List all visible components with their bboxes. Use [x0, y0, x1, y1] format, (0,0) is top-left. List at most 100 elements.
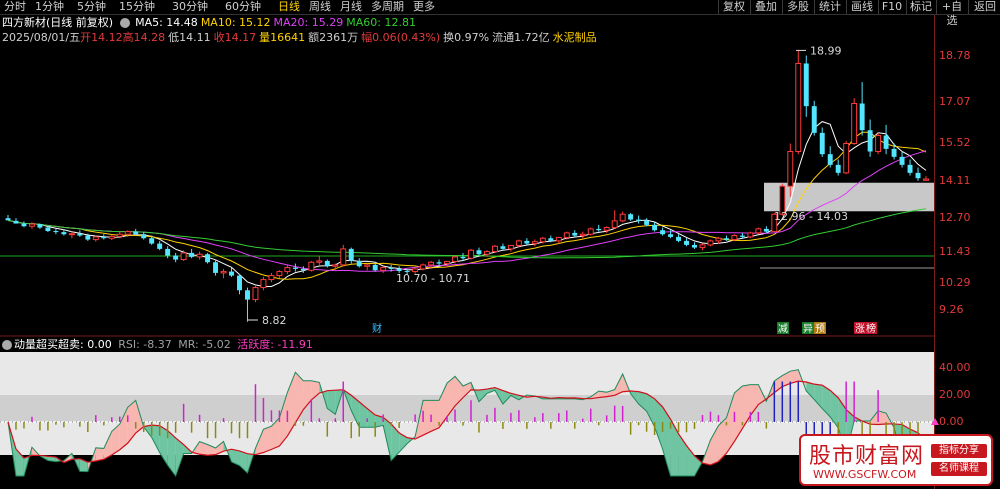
candle-body — [668, 234, 674, 237]
candle-body — [300, 268, 306, 271]
price-tick-4: 12.70 — [939, 211, 971, 225]
price-pane: 18.99 8.82 10.70 - 10.71 12.96 - 14.03 财 减 异预 涨… — [0, 44, 934, 335]
toolbar-button-8[interactable]: 返回 — [968, 0, 1000, 14]
candle-body — [787, 151, 794, 187]
price-tick-3: 14.11 — [939, 173, 971, 187]
price-tick-5: 11.43 — [939, 245, 971, 259]
candle-body — [579, 233, 586, 237]
kline-chart[interactable]: 18.99 8.82 10.70 - 10.71 12.96 - 14.03 财 减 异预 涨… — [0, 0, 934, 489]
price-axis: 18.78 17.07 15.52 14.11 12.70 11.43 10.29 9.26 … — [931, 15, 1000, 489]
candle-body — [755, 228, 762, 234]
candle-body — [747, 232, 754, 238]
candle-body — [356, 260, 362, 267]
candle-body — [723, 238, 729, 240]
indicator-pane — [0, 335, 934, 478]
candle-body — [763, 228, 769, 232]
candle-body — [563, 232, 570, 238]
candle-body — [149, 238, 155, 244]
candle-body — [85, 235, 91, 240]
candle-body — [220, 271, 227, 274]
candle-body — [133, 231, 139, 235]
candle-body — [68, 233, 75, 236]
watermark-logo: 股市财富网 WWW.GSCFW.COM 指标分享 名师课程 — [799, 434, 993, 486]
toolbar-button-7[interactable]: +自选 — [936, 0, 967, 27]
candle-body — [739, 235, 745, 237]
marker-5: 榜 — [866, 322, 876, 335]
candle-body — [460, 256, 466, 259]
candle-body — [101, 236, 107, 239]
candle-body — [13, 220, 19, 224]
candle-body — [173, 255, 179, 260]
candle-body — [452, 256, 459, 262]
candle-body — [53, 231, 59, 233]
oscillator-fill — [431, 400, 440, 432]
candle-body — [237, 275, 242, 291]
candle-body — [436, 262, 442, 264]
candle-body — [276, 271, 283, 277]
candle-body — [468, 249, 474, 259]
candle-body — [867, 130, 873, 152]
candle-body — [603, 227, 610, 231]
oscillator-fill — [263, 426, 272, 453]
candle-body — [124, 231, 131, 235]
candle-body — [572, 232, 578, 236]
candle-body — [245, 290, 250, 300]
marker-2: 异 — [803, 323, 813, 335]
candle-body — [348, 248, 354, 261]
candle-body — [292, 267, 298, 269]
candle-body — [851, 102, 858, 145]
candle-body — [284, 267, 291, 273]
candle-body — [21, 223, 27, 227]
candle-body — [316, 260, 323, 263]
candle-body — [141, 234, 147, 239]
candle-body — [332, 264, 339, 267]
candle-body — [803, 63, 809, 107]
marker-1: 减 — [778, 323, 788, 335]
candle-body — [923, 178, 929, 181]
candle-body — [555, 236, 562, 242]
candle-body — [692, 244, 697, 248]
candle-body — [268, 275, 275, 281]
candle-body — [795, 62, 802, 153]
candle-body — [660, 230, 666, 235]
candle-body — [396, 268, 402, 272]
candle-body — [524, 240, 530, 244]
indicator-tick-2: 0.00 — [939, 415, 964, 428]
candle-body — [899, 156, 905, 165]
candle-body — [515, 240, 522, 246]
candle-body — [636, 219, 642, 221]
candle-body — [483, 251, 490, 255]
marker-0: 财 — [372, 322, 382, 335]
candle-body — [907, 164, 913, 173]
candle-body — [835, 164, 841, 173]
logo-title: 股市财富网 — [809, 444, 925, 469]
ann-low: 8.82 — [262, 314, 287, 327]
candle-body — [165, 248, 171, 256]
candle-body — [731, 235, 738, 241]
ann-zone: 12.96 - 14.03 — [774, 210, 848, 223]
candle-body — [45, 227, 51, 232]
candle-body — [619, 213, 626, 222]
candle-body — [108, 235, 115, 239]
candle-body — [827, 154, 833, 165]
price-tick-6: 10.29 — [939, 275, 971, 289]
candle-body — [308, 261, 315, 271]
price-tick-0: 18.78 — [939, 49, 971, 62]
candle-body — [5, 218, 11, 221]
candle-body — [229, 271, 234, 276]
logo-tag-courses: 名师课程 — [931, 462, 987, 476]
candle-body — [859, 103, 865, 131]
candle-body — [611, 220, 618, 229]
candle-body — [476, 250, 482, 255]
candle-body — [819, 132, 825, 155]
ann-support: 10.70 - 10.71 — [396, 272, 470, 285]
candle-body — [507, 244, 514, 250]
candle-body — [715, 237, 722, 242]
candle-body — [628, 214, 634, 220]
candle-body — [491, 245, 498, 253]
candle-body — [205, 254, 211, 263]
oscillator-fill — [423, 400, 432, 436]
indicator-tick-1: 20.00 — [939, 388, 971, 401]
candle-body — [539, 237, 546, 243]
candle-body — [699, 244, 706, 249]
